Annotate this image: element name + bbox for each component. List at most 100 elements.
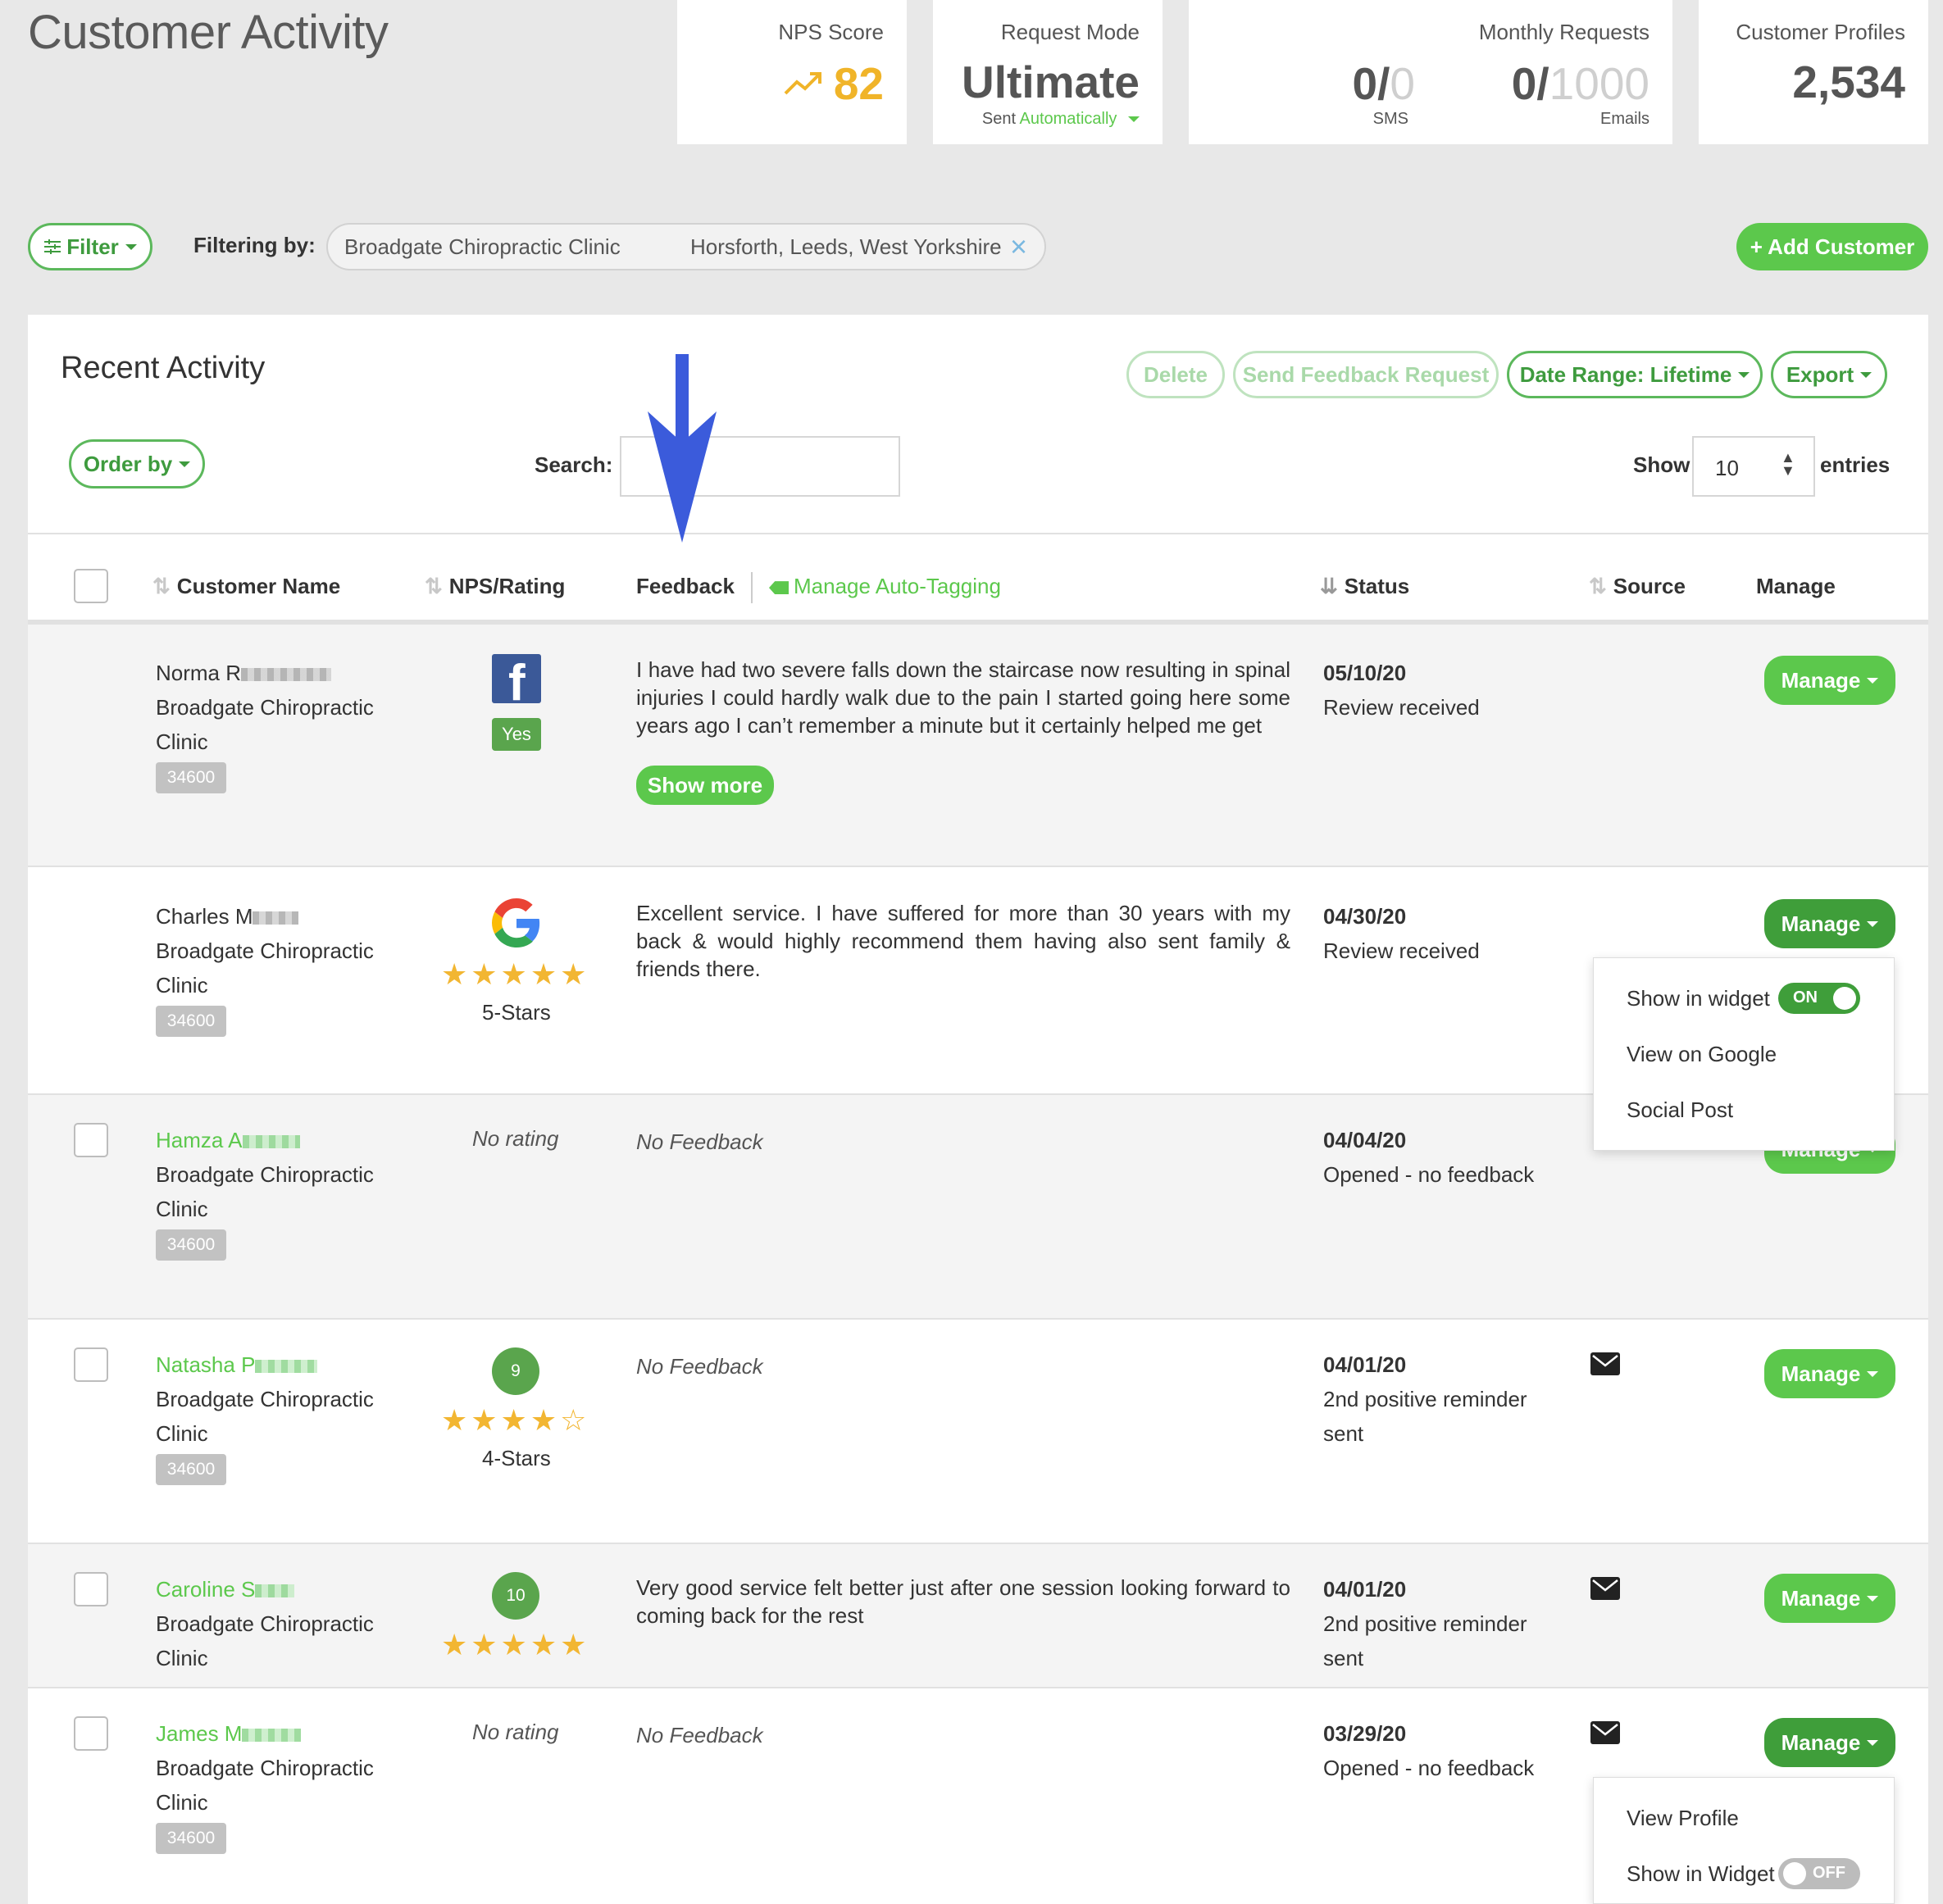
customer-name[interactable]: Norma R	[156, 656, 332, 690]
row-checkbox[interactable]	[74, 1572, 108, 1606]
feedback-text: No Feedback	[636, 1354, 763, 1379]
add-customer-button[interactable]: + Add Customer	[1736, 223, 1928, 270]
header-nps-rating[interactable]: ⇅ NPS/Rating	[425, 574, 565, 599]
monthly-requests-label: Monthly Requests	[1478, 20, 1650, 44]
filter-location-area: Horsforth, Leeds, West Yorkshire	[690, 234, 1002, 259]
send-feedback-request-button[interactable]: Send Feedback Request	[1233, 351, 1499, 398]
nps-score-circle: 10	[492, 1572, 539, 1620]
order-by-label: Order by	[83, 451, 173, 476]
customer-name[interactable]: Hamza A	[156, 1123, 300, 1157]
sent-automatically-link[interactable]: Automatically	[1020, 110, 1117, 128]
manage-button[interactable]: Manage	[1764, 1718, 1895, 1767]
filter-location-name: Broadgate Chiropractic Clinic	[344, 234, 621, 259]
customer-name[interactable]: Caroline S	[156, 1572, 295, 1606]
customer-first-name: James M	[156, 1721, 243, 1746]
manage-label: Manage	[1781, 1729, 1861, 1755]
envelope-icon	[1590, 1352, 1620, 1375]
feedback-text: I have had two severe falls down the sta…	[636, 657, 1290, 738]
show-in-widget-item[interactable]: Show in Widget	[1627, 1861, 1775, 1887]
trending-up-icon	[784, 72, 821, 95]
customer-id-badge: 34600	[156, 1006, 226, 1037]
date-range-button[interactable]: Date Range: Lifetime	[1507, 351, 1763, 398]
customer-id-badge: 34600	[156, 1823, 226, 1854]
view-on-google-item[interactable]: View on Google	[1627, 1042, 1777, 1067]
chevron-down-icon	[1867, 677, 1879, 684]
select-all-checkbox[interactable]	[74, 569, 108, 603]
customer-profiles-card: Customer Profiles 2,534	[1699, 0, 1928, 144]
customer-clinic: Broadgate Chiropractic	[156, 1387, 374, 1411]
status-date: 04/01/20	[1323, 1352, 1407, 1377]
manage-auto-tagging-link[interactable]: Manage Auto-Tagging	[769, 574, 1001, 599]
status-text-2: sent	[1323, 1646, 1364, 1670]
customer-first-name: Norma R	[156, 661, 242, 685]
redacted-surname	[255, 1584, 295, 1598]
chevron-down-icon	[1867, 1739, 1879, 1746]
row-checkbox[interactable]	[74, 1347, 108, 1382]
email-total: 1000	[1549, 58, 1650, 109]
row-checkbox[interactable]	[74, 1716, 108, 1751]
customer-id-badge: 34600	[156, 1454, 226, 1485]
view-profile-item[interactable]: View Profile	[1627, 1806, 1739, 1831]
status-text: Review received	[1323, 938, 1480, 963]
panel-title: Recent Activity	[61, 351, 266, 385]
customer-clinic: Broadgate Chiropractic	[156, 1756, 374, 1780]
manage-dropdown-menu: Show in widget ON View on Google Social …	[1593, 957, 1895, 1151]
star-rating: ★★★★★	[441, 957, 590, 991]
request-mode-sub[interactable]: Sent Automatically	[982, 110, 1140, 129]
toggle-on-label: ON	[1793, 988, 1818, 1007]
manage-label: Manage	[1781, 1361, 1861, 1386]
entries-label: entries	[1820, 452, 1891, 477]
social-post-item[interactable]: Social Post	[1627, 1097, 1733, 1123]
manage-auto-tagging-label: Manage Auto-Tagging	[794, 574, 1001, 598]
customer-clinic-2: Clinic	[156, 1646, 208, 1670]
close-icon[interactable]: ×	[1010, 229, 1027, 264]
filter-button[interactable]: Filter	[28, 223, 152, 270]
widget-toggle-on[interactable]: ON	[1778, 983, 1860, 1014]
chevron-down-icon	[125, 243, 137, 250]
manage-button[interactable]: Manage	[1764, 656, 1895, 705]
rating-label: 5-Stars	[482, 1000, 551, 1025]
header-customer-name[interactable]: ⇅ Customer Name	[152, 574, 340, 599]
order-by-button[interactable]: Order by	[69, 439, 205, 488]
chevron-down-icon	[1128, 116, 1140, 123]
delete-button[interactable]: Delete	[1126, 351, 1225, 398]
sms-count: 0/0	[1353, 57, 1415, 110]
widget-toggle-off[interactable]: OFF	[1778, 1858, 1860, 1889]
show-in-widget-item[interactable]: Show in widget	[1627, 986, 1770, 1011]
toggle-off-label: OFF	[1813, 1864, 1845, 1882]
customer-name[interactable]: Charles M	[156, 899, 299, 934]
status-text: Opened - no feedback	[1323, 1756, 1535, 1780]
request-mode-value: Ultimate	[962, 57, 1140, 107]
manage-button[interactable]: Manage	[1764, 1349, 1895, 1398]
chevron-down-icon	[1867, 920, 1879, 927]
filtering-by-label: Filtering by:	[193, 233, 316, 257]
redacted-surname	[253, 911, 299, 925]
header-feedback: Feedback	[636, 574, 735, 598]
row-checkbox[interactable]	[74, 1123, 108, 1157]
customer-first-name: Natasha P	[156, 1352, 256, 1377]
status-text: 2nd positive reminder	[1323, 1611, 1527, 1636]
status-date: 04/04/20	[1323, 1128, 1407, 1152]
manage-button[interactable]: Manage	[1764, 1574, 1895, 1623]
emails-label: Emails	[1599, 110, 1650, 128]
feedback-text: Very good service felt better just after…	[636, 1575, 1290, 1628]
redacted-surname	[242, 1729, 302, 1743]
header-status[interactable]: ⇊ Status	[1320, 574, 1409, 599]
customer-name[interactable]: James M	[156, 1716, 302, 1751]
manage-button[interactable]: Manage	[1764, 899, 1895, 948]
status-date: 04/30/20	[1323, 904, 1407, 929]
status-text-2: sent	[1323, 1421, 1364, 1446]
customer-clinic-2: Clinic	[156, 1197, 208, 1221]
header-source[interactable]: ⇅ Source	[1589, 574, 1686, 599]
google-icon	[492, 898, 540, 947]
customer-name[interactable]: Natasha P	[156, 1347, 318, 1382]
export-button[interactable]: Export	[1771, 351, 1887, 398]
feedback-text: No Feedback	[636, 1723, 763, 1747]
show-more-button[interactable]: Show more	[636, 766, 774, 805]
monthly-requests-card: Monthly Requests 0/0 SMS 0/1000 Emails	[1189, 0, 1672, 144]
customer-clinic-2: Clinic	[156, 1421, 208, 1446]
entries-select[interactable]: 10 ▲ ▼	[1692, 436, 1815, 497]
recommend-badge: Yes	[492, 718, 541, 751]
rating-label: No rating	[472, 1126, 559, 1151]
customer-first-name: Hamza A	[156, 1128, 243, 1152]
